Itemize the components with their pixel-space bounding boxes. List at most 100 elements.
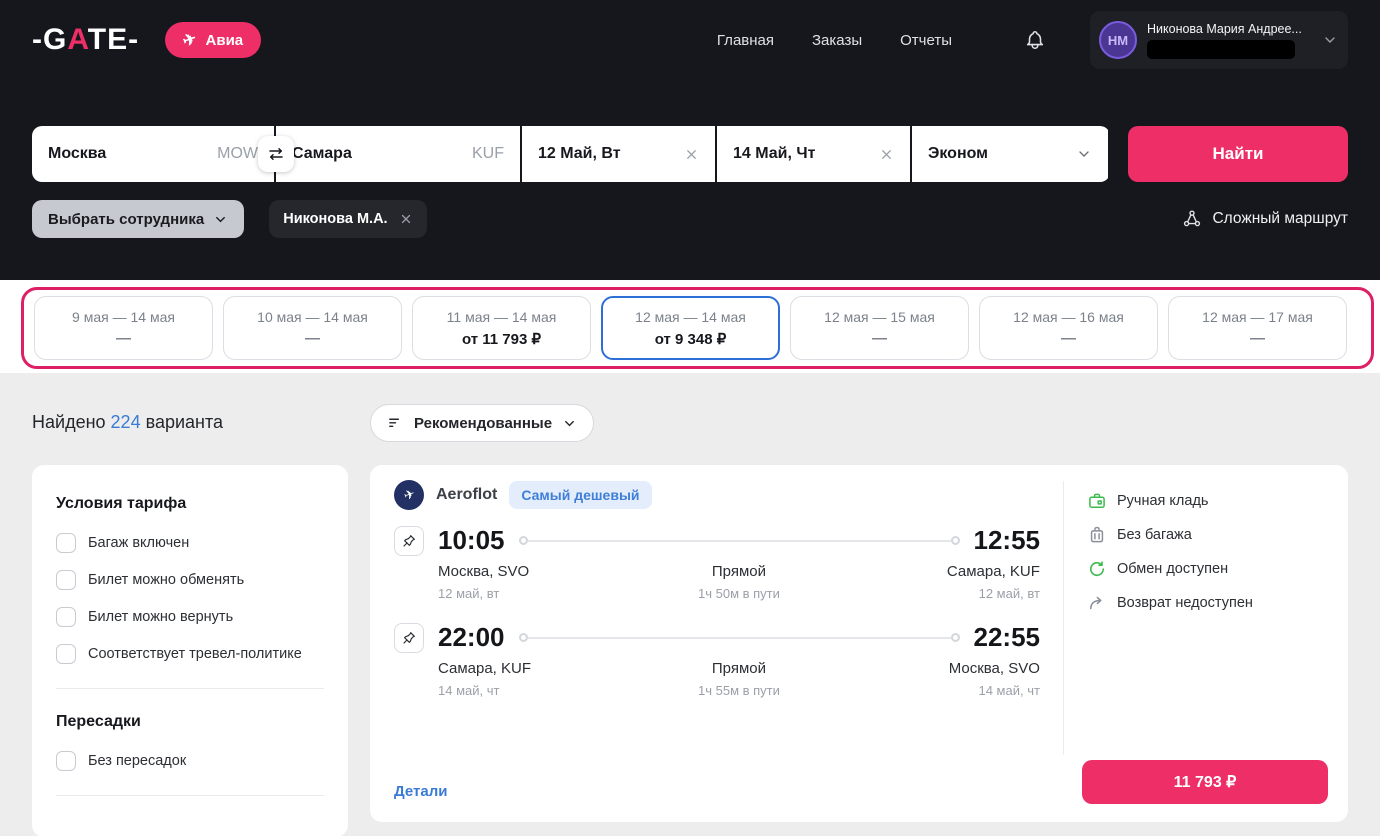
arrival-place: Москва, SVO <box>948 660 1040 677</box>
destination-code: KUF <box>472 145 504 162</box>
flight-duration: 1ч 50м в пути <box>698 586 780 601</box>
condition-refund-unavailable: Возврат недоступен <box>1087 593 1253 613</box>
filter-travel-policy[interactable]: Соответствует тревел-политике <box>56 644 324 664</box>
sort-icon <box>389 418 400 427</box>
nav-item-orders[interactable]: Заказы <box>812 32 862 49</box>
top-bar: -GATE- ✈ Авиа Главная Заказы Отчеты НМ Н… <box>0 0 1380 80</box>
destination-city: Самара <box>292 145 352 162</box>
remove-employee-icon[interactable] <box>399 212 413 226</box>
nav-item-reports[interactable]: Отчеты <box>900 32 952 49</box>
departure-date: 12 май, вт <box>438 586 500 601</box>
chevron-down-icon <box>565 420 575 426</box>
user-name: Никонова Мария Андрее... <box>1147 21 1302 36</box>
select-employee-button[interactable]: Выбрать сотрудника <box>32 200 245 238</box>
date-option-card[interactable]: 12 мая — 17 мая — <box>1168 296 1347 360</box>
swap-cities-button[interactable] <box>258 136 294 172</box>
condition-exchange-available: Обмен доступен <box>1087 559 1253 579</box>
arrival-date: 12 май, вт <box>978 586 1040 601</box>
departure-date: 14 май, чт <box>438 683 500 698</box>
buy-price-button[interactable]: 11 793 ₽ <box>1082 760 1328 804</box>
logo-accent-letter: A <box>67 23 88 56</box>
checkbox[interactable] <box>56 751 76 771</box>
date-option-card[interactable]: 9 мая — 14 мая — <box>34 296 213 360</box>
return-date-value: 14 Май, Чт <box>733 145 816 162</box>
flight-result-card: ✈ Aeroflot Самый дешевый 10:05 12:55 Мос… <box>370 465 1348 822</box>
divider <box>56 688 324 689</box>
departure-place: Самара, KUF <box>438 660 532 677</box>
route-icon <box>1184 210 1201 227</box>
employee-chip-label: Никонова М.А. <box>283 211 388 227</box>
transfers-filters-title: Пересадки <box>56 713 141 730</box>
select-employee-label: Выбрать сотрудника <box>48 210 205 228</box>
checkbox[interactable] <box>56 644 76 664</box>
origin-code: MOW <box>217 145 258 162</box>
aeroflot-logo-icon: ✈ <box>394 480 424 510</box>
date-option-card[interactable]: 10 мая — 14 мая — <box>223 296 402 360</box>
details-link[interactable]: Детали <box>394 783 447 800</box>
plane-icon: ✈ <box>180 30 200 51</box>
notifications-bell-icon[interactable] <box>1024 29 1046 51</box>
flight-segments: 10:05 12:55 Москва, SVO 12 май, вт Прямо… <box>394 525 1040 719</box>
depart-date-field[interactable]: 12 Май, Вт <box>522 126 717 182</box>
nav-item-home[interactable]: Главная <box>717 32 774 49</box>
search-submit-button[interactable]: Найти <box>1128 126 1348 182</box>
chevron-down-icon <box>1076 146 1092 162</box>
avatar: НМ <box>1099 21 1137 59</box>
employee-chip: Никонова М.А. <box>269 200 427 238</box>
pin-flight-button[interactable] <box>394 525 424 556</box>
refund-arrow-icon <box>1089 596 1102 610</box>
exchange-icon <box>1089 561 1105 577</box>
date-option-card[interactable]: 11 мая — 14 мая от 11 793 ₽ <box>412 296 591 360</box>
checkbox[interactable] <box>56 533 76 553</box>
checkbox[interactable] <box>56 607 76 627</box>
filter-no-transfers[interactable]: Без пересадок <box>56 751 324 771</box>
search-fields: Москва MOW Самара KUF 12 Май, Вт 14 Май,… <box>32 126 1110 182</box>
date-option-card[interactable]: 12 мая — 15 мая — <box>790 296 969 360</box>
departure-place: Москва, SVO <box>438 563 530 580</box>
results-count-number: 224 <box>110 412 141 432</box>
avia-product-badge[interactable]: ✈ Авиа <box>165 22 262 58</box>
origin-field[interactable]: Москва MOW <box>32 126 276 182</box>
depart-date-value: 12 Май, Вт <box>538 145 621 162</box>
filter-exchangeable[interactable]: Билет можно обменять <box>56 570 324 590</box>
pin-icon <box>403 631 415 644</box>
logo-text: -G <box>32 23 68 56</box>
return-date-field[interactable]: 14 Май, Чт <box>717 126 912 182</box>
filters-panel: Условия тарифа Багаж включен Билет можно… <box>32 465 348 836</box>
flight-type: Прямой <box>711 563 767 580</box>
checkbox[interactable] <box>56 570 76 590</box>
flight-card-header: ✈ Aeroflot Самый дешевый <box>394 480 652 510</box>
divider <box>56 795 324 796</box>
cabin-class-value: Эконом <box>928 145 989 162</box>
filter-refundable[interactable]: Билет можно вернуть <box>56 607 324 627</box>
cheapest-badge: Самый дешевый <box>509 481 652 509</box>
arrival-date: 14 май, чт <box>978 683 1040 698</box>
arrival-time: 12:55 <box>973 525 1041 555</box>
chevron-down-icon <box>1325 37 1335 43</box>
pin-flight-button[interactable] <box>394 622 424 653</box>
results-count: Найдено 224 варианта <box>32 412 224 432</box>
clear-return-date-icon[interactable] <box>879 147 894 162</box>
swap-icon <box>269 148 283 160</box>
user-menu[interactable]: НМ Никонова Мария Андрее... <box>1090 11 1348 69</box>
main-nav: Главная Заказы Отчеты <box>717 32 952 49</box>
complex-route-button[interactable]: Сложный маршрут <box>1182 209 1348 229</box>
cabin-class-select[interactable]: Эконом <box>912 126 1110 182</box>
clear-depart-date-icon[interactable] <box>684 147 699 162</box>
sort-dropdown[interactable]: Рекомендованные <box>370 404 595 442</box>
date-option-card[interactable]: 12 мая — 16 мая — <box>979 296 1158 360</box>
condition-hand-luggage: Ручная кладь <box>1087 491 1253 511</box>
fare-conditions: Ручная кладь Без багажа Обмен доступен В… <box>1087 491 1253 613</box>
filter-baggage-included[interactable]: Багаж включен <box>56 533 324 553</box>
divider <box>1063 481 1064 755</box>
redacted-user-detail <box>1147 39 1295 59</box>
departure-time: 22:00 <box>438 622 505 652</box>
destination-field[interactable]: Самара KUF <box>276 126 522 182</box>
pin-icon <box>403 534 415 547</box>
app-header: -GATE- ✈ Авиа Главная Заказы Отчеты НМ Н… <box>0 0 1380 280</box>
date-option-card-selected[interactable]: 12 мая — 14 мая от 9 348 ₽ <box>601 296 780 360</box>
complex-route-label: Сложный маршрут <box>1212 210 1348 227</box>
hand-luggage-icon <box>1089 493 1105 508</box>
app-logo[interactable]: -GATE- <box>32 23 139 57</box>
flight-timeline <box>518 633 960 642</box>
